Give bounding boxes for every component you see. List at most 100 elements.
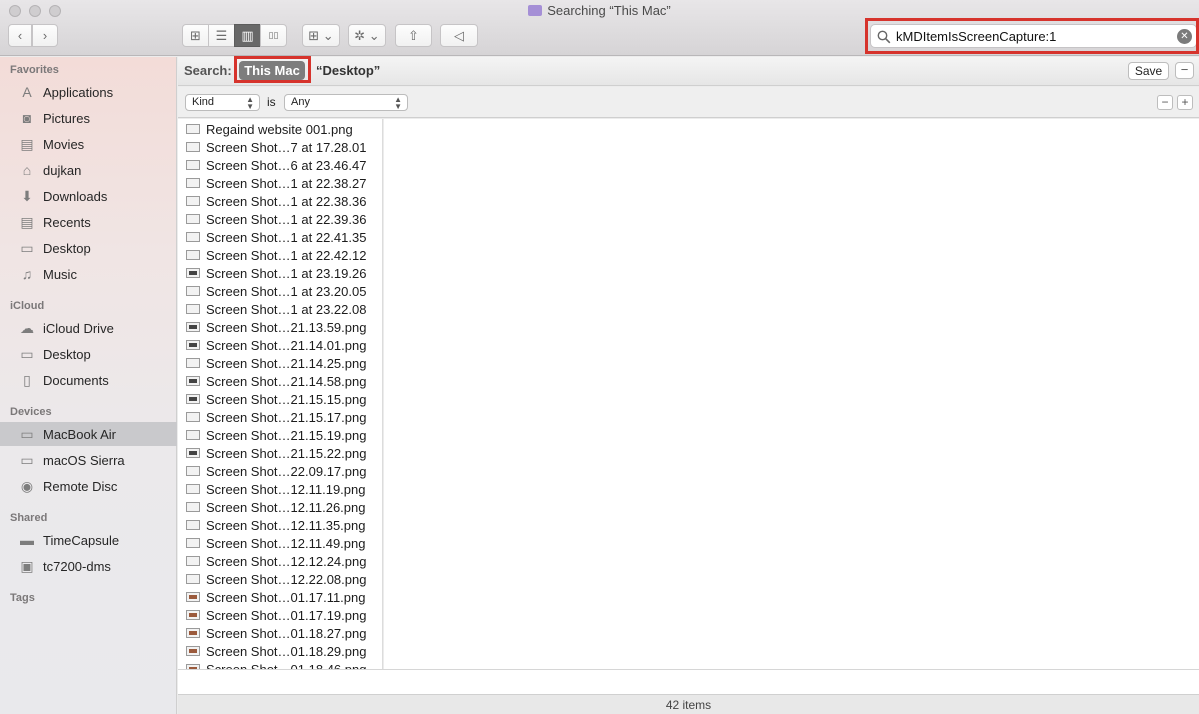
save-search-button[interactable]: Save: [1128, 62, 1169, 80]
file-row[interactable]: Screen Shot…1 at 22.38.36: [178, 192, 382, 210]
file-name: Screen Shot…12.11.19.png: [206, 481, 366, 497]
file-row[interactable]: Regaind website 001.png: [178, 120, 382, 138]
file-row[interactable]: Screen Shot…21.14.25.png: [178, 354, 382, 372]
file-row[interactable]: Screen Shot…01.17.11.png: [178, 588, 382, 606]
file-row[interactable]: Screen Shot…12.11.26.png: [178, 498, 382, 516]
file-row[interactable]: Screen Shot…21.13.59.png: [178, 318, 382, 336]
sidebar-item-pictures[interactable]: ◙ Pictures: [0, 106, 177, 130]
file-row[interactable]: Screen Shot…01.18.46.png: [178, 660, 382, 670]
image-file-icon: [186, 232, 200, 242]
sidebar-item-applications[interactable]: A Applications: [0, 80, 177, 104]
search-scope-label: Search:: [184, 63, 232, 78]
sidebar-item-icloud-drive[interactable]: ☁ iCloud Drive: [0, 316, 177, 340]
sidebar-item-timecapsule[interactable]: ▬ TimeCapsule: [0, 528, 177, 552]
file-row[interactable]: Screen Shot…7 at 17.28.01: [178, 138, 382, 156]
sidebar-heading-tags[interactable]: Tags: [10, 592, 35, 604]
file-row[interactable]: Screen Shot…12.11.35.png: [178, 516, 382, 534]
sidebar-item-icloud-desktop[interactable]: ▭ Desktop: [0, 342, 177, 366]
file-row[interactable]: Screen Shot…1 at 22.38.27: [178, 174, 382, 192]
file-row[interactable]: Screen Shot…12.11.49.png: [178, 534, 382, 552]
search-field[interactable]: kMDItemIsScreenCapture:1 ✕: [870, 24, 1197, 48]
disk-icon: ▭: [20, 451, 34, 468]
file-row[interactable]: Screen Shot…21.14.58.png: [178, 372, 382, 390]
file-row[interactable]: Screen Shot…1 at 23.19.26: [178, 264, 382, 282]
file-row[interactable]: Screen Shot…21.15.17.png: [178, 408, 382, 426]
file-name: Screen Shot…01.18.29.png: [206, 643, 367, 659]
cover-flow-view-button[interactable]: ▯▯: [260, 24, 287, 47]
file-row[interactable]: Screen Shot…21.15.22.png: [178, 444, 382, 462]
select-arrows-icon: ▲ ▼: [394, 95, 402, 111]
sidebar-item-movies[interactable]: ▤ Movies: [0, 132, 177, 156]
sidebar-heading-shared: Shared: [10, 512, 48, 524]
criteria-operator-label: is: [267, 95, 276, 109]
scope-desktop-button[interactable]: “Desktop”: [316, 63, 380, 78]
file-row[interactable]: Screen Shot…6 at 23.46.47: [178, 156, 382, 174]
back-button[interactable]: ‹: [8, 24, 32, 47]
list-view-button[interactable]: ☰: [208, 24, 235, 47]
smart-folder-icon: [528, 5, 543, 16]
file-row[interactable]: Screen Shot…1 at 22.39.36: [178, 210, 382, 228]
file-row[interactable]: Screen Shot…01.18.29.png: [178, 642, 382, 660]
sidebar-item-dujkan[interactable]: ⌂ dujkan: [0, 158, 177, 182]
file-row[interactable]: Screen Shot…12.22.08.png: [178, 570, 382, 588]
file-row[interactable]: Screen Shot…1 at 23.20.05: [178, 282, 382, 300]
file-name: Screen Shot…6 at 23.46.47: [206, 157, 367, 173]
sidebar-item-macbook-air[interactable]: ▭ MacBook Air: [0, 422, 177, 446]
laptop-icon: ▭: [20, 425, 34, 442]
file-row[interactable]: Screen Shot…22.09.17.png: [178, 462, 382, 480]
icon-view-button[interactable]: ⊞: [182, 24, 209, 47]
tag-button[interactable]: ◁: [440, 24, 478, 47]
add-criteria-button[interactable]: +: [1177, 95, 1193, 110]
sidebar-item-label: Pictures: [43, 110, 90, 126]
file-name: Screen Shot…21.15.22.png: [206, 445, 367, 461]
image-file-icon: [186, 286, 200, 296]
image-file-icon: [186, 448, 200, 458]
search-icon: [877, 30, 891, 44]
clear-search-icon[interactable]: ✕: [1177, 29, 1192, 44]
sidebar-item-tc7200-dms[interactable]: ▣ tc7200-dms: [0, 554, 177, 578]
action-button[interactable]: ✲ ⌄: [348, 24, 386, 47]
file-row[interactable]: Screen Shot…12.12.24.png: [178, 552, 382, 570]
file-row[interactable]: Screen Shot…21.15.15.png: [178, 390, 382, 408]
file-row[interactable]: Screen Shot…01.17.19.png: [178, 606, 382, 624]
image-file-icon: [186, 160, 200, 170]
search-input[interactable]: kMDItemIsScreenCapture:1: [896, 29, 1056, 44]
file-row[interactable]: Screen Shot…12.11.19.png: [178, 480, 382, 498]
column-view-button[interactable]: ▥: [234, 24, 261, 47]
sidebar-item-remote-disc[interactable]: ◉ Remote Disc: [0, 474, 177, 498]
sidebar-item-recents[interactable]: ▤ Recents: [0, 210, 177, 234]
file-row[interactable]: Screen Shot…1 at 22.41.35: [178, 228, 382, 246]
sidebar-item-documents[interactable]: ▯ Documents: [0, 368, 177, 392]
download-icon: ⬇: [21, 187, 33, 204]
list-view-icon: ☰: [215, 27, 228, 43]
file-name: Screen Shot…12.11.35.png: [206, 517, 366, 533]
file-row[interactable]: Screen Shot…21.15.19.png: [178, 426, 382, 444]
file-name: Screen Shot…1 at 23.20.05: [206, 283, 367, 299]
sidebar-heading-icloud: iCloud: [10, 300, 45, 312]
file-name: Regaind website 001.png: [206, 121, 353, 137]
file-row[interactable]: Screen Shot…01.18.27.png: [178, 624, 382, 642]
music-icon: ♫: [21, 266, 33, 282]
remove-search-button[interactable]: −: [1175, 62, 1194, 79]
forward-button[interactable]: ›: [32, 24, 58, 47]
window-title-text: Searching “This Mac”: [547, 3, 671, 18]
sidebar-item-desktop[interactable]: ▭ Desktop: [0, 236, 177, 260]
share-button[interactable]: ⇧: [395, 24, 432, 47]
arrange-button[interactable]: ⊞ ⌄: [302, 24, 340, 47]
criteria-attribute-select[interactable]: Kind ▲ ▼: [185, 94, 260, 111]
scope-this-mac-button[interactable]: This Mac: [239, 61, 305, 80]
criteria-value-select[interactable]: Any ▲ ▼: [284, 94, 408, 111]
file-row[interactable]: Screen Shot…1 at 23.22.08: [178, 300, 382, 318]
remove-criteria-button[interactable]: −: [1157, 95, 1173, 110]
forward-icon: ›: [42, 28, 48, 43]
sidebar-item-music[interactable]: ♫ Music: [0, 262, 177, 286]
time-capsule-icon: ▬: [20, 532, 34, 548]
sidebar-item-macos-sierra[interactable]: ▭ macOS Sierra: [0, 448, 177, 472]
file-row[interactable]: Screen Shot…1 at 22.42.12: [178, 246, 382, 264]
image-file-icon: [186, 628, 200, 638]
sidebar-item-downloads[interactable]: ⬇ Downloads: [0, 184, 177, 208]
file-row[interactable]: Screen Shot…21.14.01.png: [178, 336, 382, 354]
image-file-icon: [186, 412, 200, 422]
file-name: Screen Shot…12.22.08.png: [206, 571, 367, 587]
file-name: Screen Shot…01.18.46.png: [206, 661, 367, 670]
